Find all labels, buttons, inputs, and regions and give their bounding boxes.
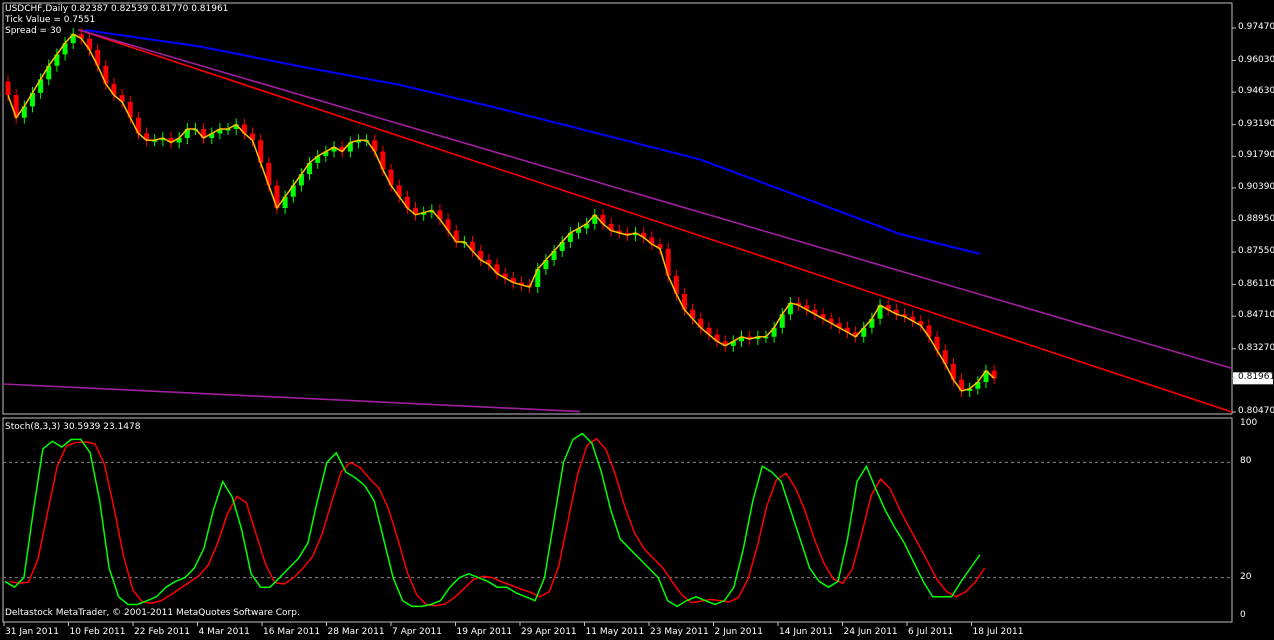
time-tick-label: 6 Jul 2011 xyxy=(908,627,954,637)
spread: Spread = 30 xyxy=(5,26,62,36)
time-tick-label: 19 Apr 2011 xyxy=(456,627,513,637)
mt4-chart-window: USDCHF,Daily 0.82387 0.82539 0.81770 0.8… xyxy=(0,0,1274,640)
price-tick-label: 0.87550 xyxy=(1238,246,1274,257)
time-tick-label: 7 Apr 2011 xyxy=(392,627,442,637)
time-tick-label: 11 May 2011 xyxy=(585,627,645,637)
time-tick-label: 2 Jun 2011 xyxy=(714,627,763,637)
moving-average-fast-line xyxy=(7,33,995,392)
time-tick-label: 16 Mar 2011 xyxy=(263,627,321,637)
time-tick-label: 10 Feb 2011 xyxy=(69,627,126,637)
time-tick-label: 29 Apr 2011 xyxy=(521,627,577,637)
stoch-level-label: 20 xyxy=(1240,571,1252,582)
price-tick-label: 0.80470 xyxy=(1238,406,1274,416)
trendline-purple xyxy=(77,28,1233,370)
stoch-main-line xyxy=(4,432,981,608)
chart-canvas[interactable] xyxy=(0,0,1274,640)
price-tick-label: 0.97470 xyxy=(1238,22,1274,32)
stoch-level-label: 100 xyxy=(1240,418,1258,428)
time-tick-label: 23 May 2011 xyxy=(650,627,709,637)
price-tick-label: 0.86110 xyxy=(1238,278,1274,289)
symbol-line: USDCHF,Daily 0.82387 0.82539 0.81770 0.8… xyxy=(5,4,229,14)
price-tick-label: 0.90390 xyxy=(1238,181,1274,192)
price-tick-label: 0.84710 xyxy=(1238,310,1274,321)
time-tick-label: 4 Mar 2011 xyxy=(198,627,250,637)
price-tick-label: 0.88950 xyxy=(1238,214,1274,225)
price-tick-label: 0.93190 xyxy=(1238,118,1274,129)
trendline-red xyxy=(77,28,1233,413)
price-tick-label: 0.81961 xyxy=(1238,372,1274,383)
trendline-purple-lower xyxy=(2,383,581,413)
time-tick-label: 14 Jun 2011 xyxy=(779,627,834,637)
time-tick-label: 31 Jan 2011 xyxy=(5,627,59,637)
moving-average-slow-line xyxy=(84,29,981,255)
bear-candle xyxy=(5,81,11,96)
price-tick-label: 0.83270 xyxy=(1238,342,1274,353)
time-tick-label: 18 Jul 2011 xyxy=(972,627,1024,637)
price-tick-label: 0.91790 xyxy=(1238,150,1274,161)
time-tick-label: 24 Jun 2011 xyxy=(843,627,898,637)
copyright: Deltastock MetaTrader, © 2001-2011 MetaQ… xyxy=(5,608,300,618)
stoch-level-label: 0 xyxy=(1240,610,1246,620)
stoch-label: Stoch(8,3,3) 30.5939 23.1478 xyxy=(5,422,141,432)
stoch-panel-frame xyxy=(2,417,1233,623)
time-tick-label: 22 Feb 2011 xyxy=(134,627,191,637)
time-tick-label: 28 Mar 2011 xyxy=(327,627,385,637)
tick-value: Tick Value = 0.7551 xyxy=(5,15,96,25)
price-tick-label: 0.94630 xyxy=(1238,86,1274,97)
stoch-level-label: 80 xyxy=(1240,456,1252,467)
price-tick-label: 0.96030 xyxy=(1238,54,1274,65)
